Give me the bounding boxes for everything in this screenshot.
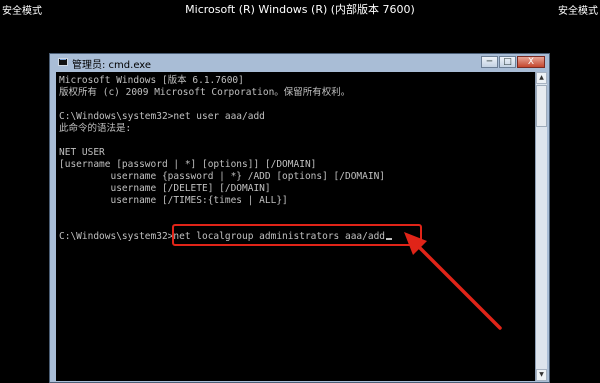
annotation-arrow-icon	[404, 232, 502, 330]
arrow-shaft	[415, 243, 502, 330]
